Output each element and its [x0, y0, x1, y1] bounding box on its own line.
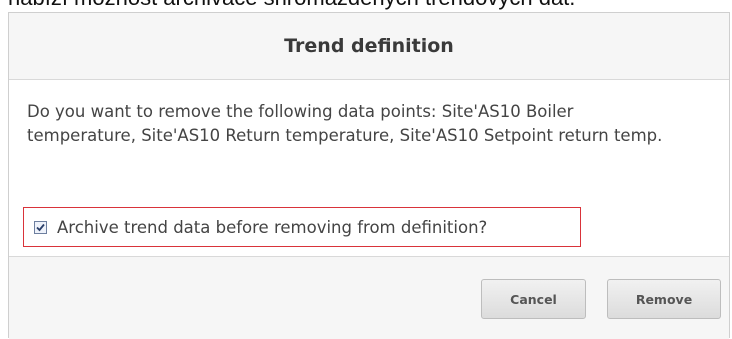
remove-button[interactable]: Remove [607, 279, 721, 319]
trend-definition-dialog: Trend definition Do you want to remove t… [8, 12, 730, 339]
checkmark-icon [36, 223, 45, 231]
page-caption: nabízí možnost archivace shromážděných t… [8, 0, 575, 11]
dialog-footer: Cancel Remove [9, 257, 729, 339]
archive-checkbox[interactable] [34, 220, 47, 234]
dialog-header: Trend definition [9, 13, 729, 80]
confirmation-message: Do you want to remove the following data… [27, 102, 663, 145]
archive-option-highlight: Archive trend data before removing from … [23, 207, 581, 247]
dialog-title: Trend definition [284, 35, 454, 57]
cancel-button[interactable]: Cancel [481, 279, 586, 319]
archive-checkbox-label[interactable]: Archive trend data before removing from … [57, 218, 487, 237]
dialog-body: Do you want to remove the following data… [9, 80, 729, 257]
